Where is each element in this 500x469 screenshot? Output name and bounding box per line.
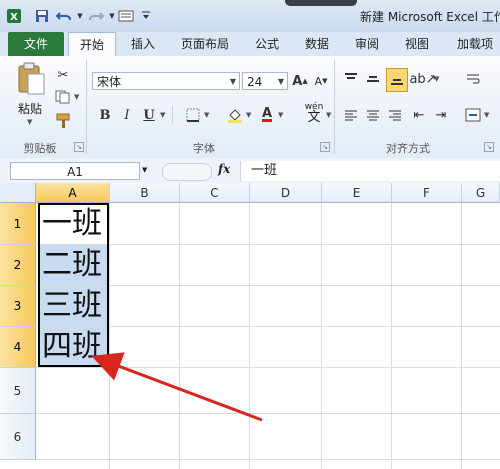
fill-color-icon[interactable] [226, 106, 244, 124]
copy-dropdown-icon[interactable]: ▼ [74, 93, 79, 101]
formula-bar-splitter[interactable] [162, 163, 212, 181]
align-right-icon[interactable] [386, 106, 404, 124]
ribbon-tabs: 文件 开始 插入 页面布局 公式 数据 审阅 视图 加载项 [0, 32, 500, 57]
title-bar: X ▼ ▼ 新建 Microsoft Excel 工作 [0, 0, 500, 32]
svg-text:X: X [10, 12, 18, 23]
worksheet-grid[interactable]: A B C D E F G 1 2 3 4 5 6 一班 二班 三班 四班 [0, 183, 500, 469]
format-painter-icon[interactable] [54, 112, 72, 130]
print-preview-icon[interactable] [118, 8, 134, 24]
font-color-icon[interactable]: A [258, 104, 276, 122]
increase-indent-icon[interactable]: ⇥ [432, 106, 450, 124]
merge-dropdown-icon[interactable]: ▼ [484, 111, 489, 119]
undo-icon[interactable] [56, 8, 72, 24]
redo-icon[interactable] [88, 8, 104, 24]
font-launcher-icon[interactable]: ↘ [320, 142, 330, 152]
align-left-icon[interactable] [342, 106, 360, 124]
insert-function-icon[interactable]: fx [218, 162, 230, 176]
excel-logo-icon[interactable]: X [6, 8, 22, 24]
align-bottom-icon[interactable] [386, 68, 408, 92]
borders-icon[interactable] [184, 106, 202, 124]
tab-page-layout[interactable]: 页面布局 [176, 32, 234, 56]
italic-button[interactable]: I [118, 106, 136, 124]
undo-dropdown-icon[interactable]: ▼ [72, 8, 88, 24]
grow-font-icon[interactable]: A ▲ [291, 72, 309, 90]
window-title: 新建 Microsoft Excel 工作 [360, 10, 500, 24]
name-box-dropdown-icon[interactable]: ▼ [142, 166, 147, 174]
formula-input[interactable]: 一班 [240, 161, 500, 181]
paste-label[interactable]: 粘贴 [18, 100, 42, 117]
font-group-label: 字体 [193, 142, 215, 155]
alignment-launcher-icon[interactable]: ↘ [484, 142, 494, 152]
paste-icon[interactable] [16, 62, 46, 96]
paste-dropdown-icon[interactable]: ▼ [27, 118, 32, 126]
name-box[interactable]: A1 [10, 162, 140, 180]
orientation-icon[interactable]: ab↗ [409, 70, 436, 88]
group-divider [86, 60, 87, 154]
clipboard-launcher-icon[interactable]: ↘ [74, 142, 84, 152]
formula-bar: A1 ▼ fx 一班 [0, 158, 500, 184]
cut-icon[interactable]: ✂ [54, 66, 72, 84]
tab-addins[interactable]: 加载项 [452, 32, 498, 56]
tab-file[interactable]: 文件 [8, 32, 64, 56]
chevron-down-icon[interactable]: ▼ [278, 73, 284, 91]
align-center-icon[interactable] [364, 106, 382, 124]
chevron-down-icon[interactable]: ▼ [230, 73, 236, 91]
tab-insert[interactable]: 插入 [126, 32, 160, 56]
annotation-arrow-icon [91, 352, 263, 422]
borders-dropdown-icon[interactable]: ▼ [204, 111, 209, 119]
underline-dropdown-icon[interactable]: ▼ [160, 111, 165, 119]
tab-home[interactable]: 开始 [68, 32, 116, 57]
font-name-value: 宋体 [97, 75, 122, 89]
phonetic-guide-icon[interactable]: wén 文 [300, 102, 328, 126]
tab-review[interactable]: 审阅 [350, 32, 384, 56]
tab-view[interactable]: 视图 [400, 32, 434, 56]
save-icon[interactable] [34, 8, 50, 24]
font-name-combo[interactable]: 宋体 ▼ [92, 72, 240, 90]
decrease-indent-icon[interactable]: ⇤ [410, 106, 428, 124]
orientation-dropdown-icon[interactable]: ▼ [434, 75, 439, 83]
tab-formulas[interactable]: 公式 [250, 32, 284, 56]
fill-color-dropdown-icon[interactable]: ▼ [246, 111, 251, 119]
tab-data[interactable]: 数据 [300, 32, 334, 56]
shrink-font-icon[interactable]: A ▼ [312, 72, 330, 90]
font-size-combo[interactable]: 24 ▼ [242, 72, 288, 90]
font-color-dropdown-icon[interactable]: ▼ [278, 111, 283, 119]
merge-center-icon[interactable] [464, 106, 482, 124]
alignment-group-label: 对齐方式 [386, 142, 430, 155]
group-divider [334, 60, 335, 154]
divider [172, 106, 173, 124]
customize-icon[interactable] [138, 8, 154, 24]
clipboard-group-label: 剪贴板 [23, 142, 57, 155]
align-top-icon[interactable] [342, 70, 360, 88]
ribbon: 粘贴 ▼ ✂ ▼ 剪贴板 ↘ 宋体 ▼ 24 ▼ A ▲ A ▼ B I U ▼ ▼… [0, 56, 500, 159]
bold-button[interactable]: B [96, 106, 114, 124]
window-controls[interactable] [285, 0, 357, 6]
align-middle-icon[interactable] [364, 70, 382, 88]
underline-button[interactable]: U [140, 106, 158, 124]
phonetic-dropdown-icon[interactable]: ▼ [326, 111, 331, 119]
wrap-text-icon[interactable] [464, 70, 482, 88]
font-size-value: 24 [247, 75, 263, 89]
copy-icon[interactable] [54, 88, 72, 106]
